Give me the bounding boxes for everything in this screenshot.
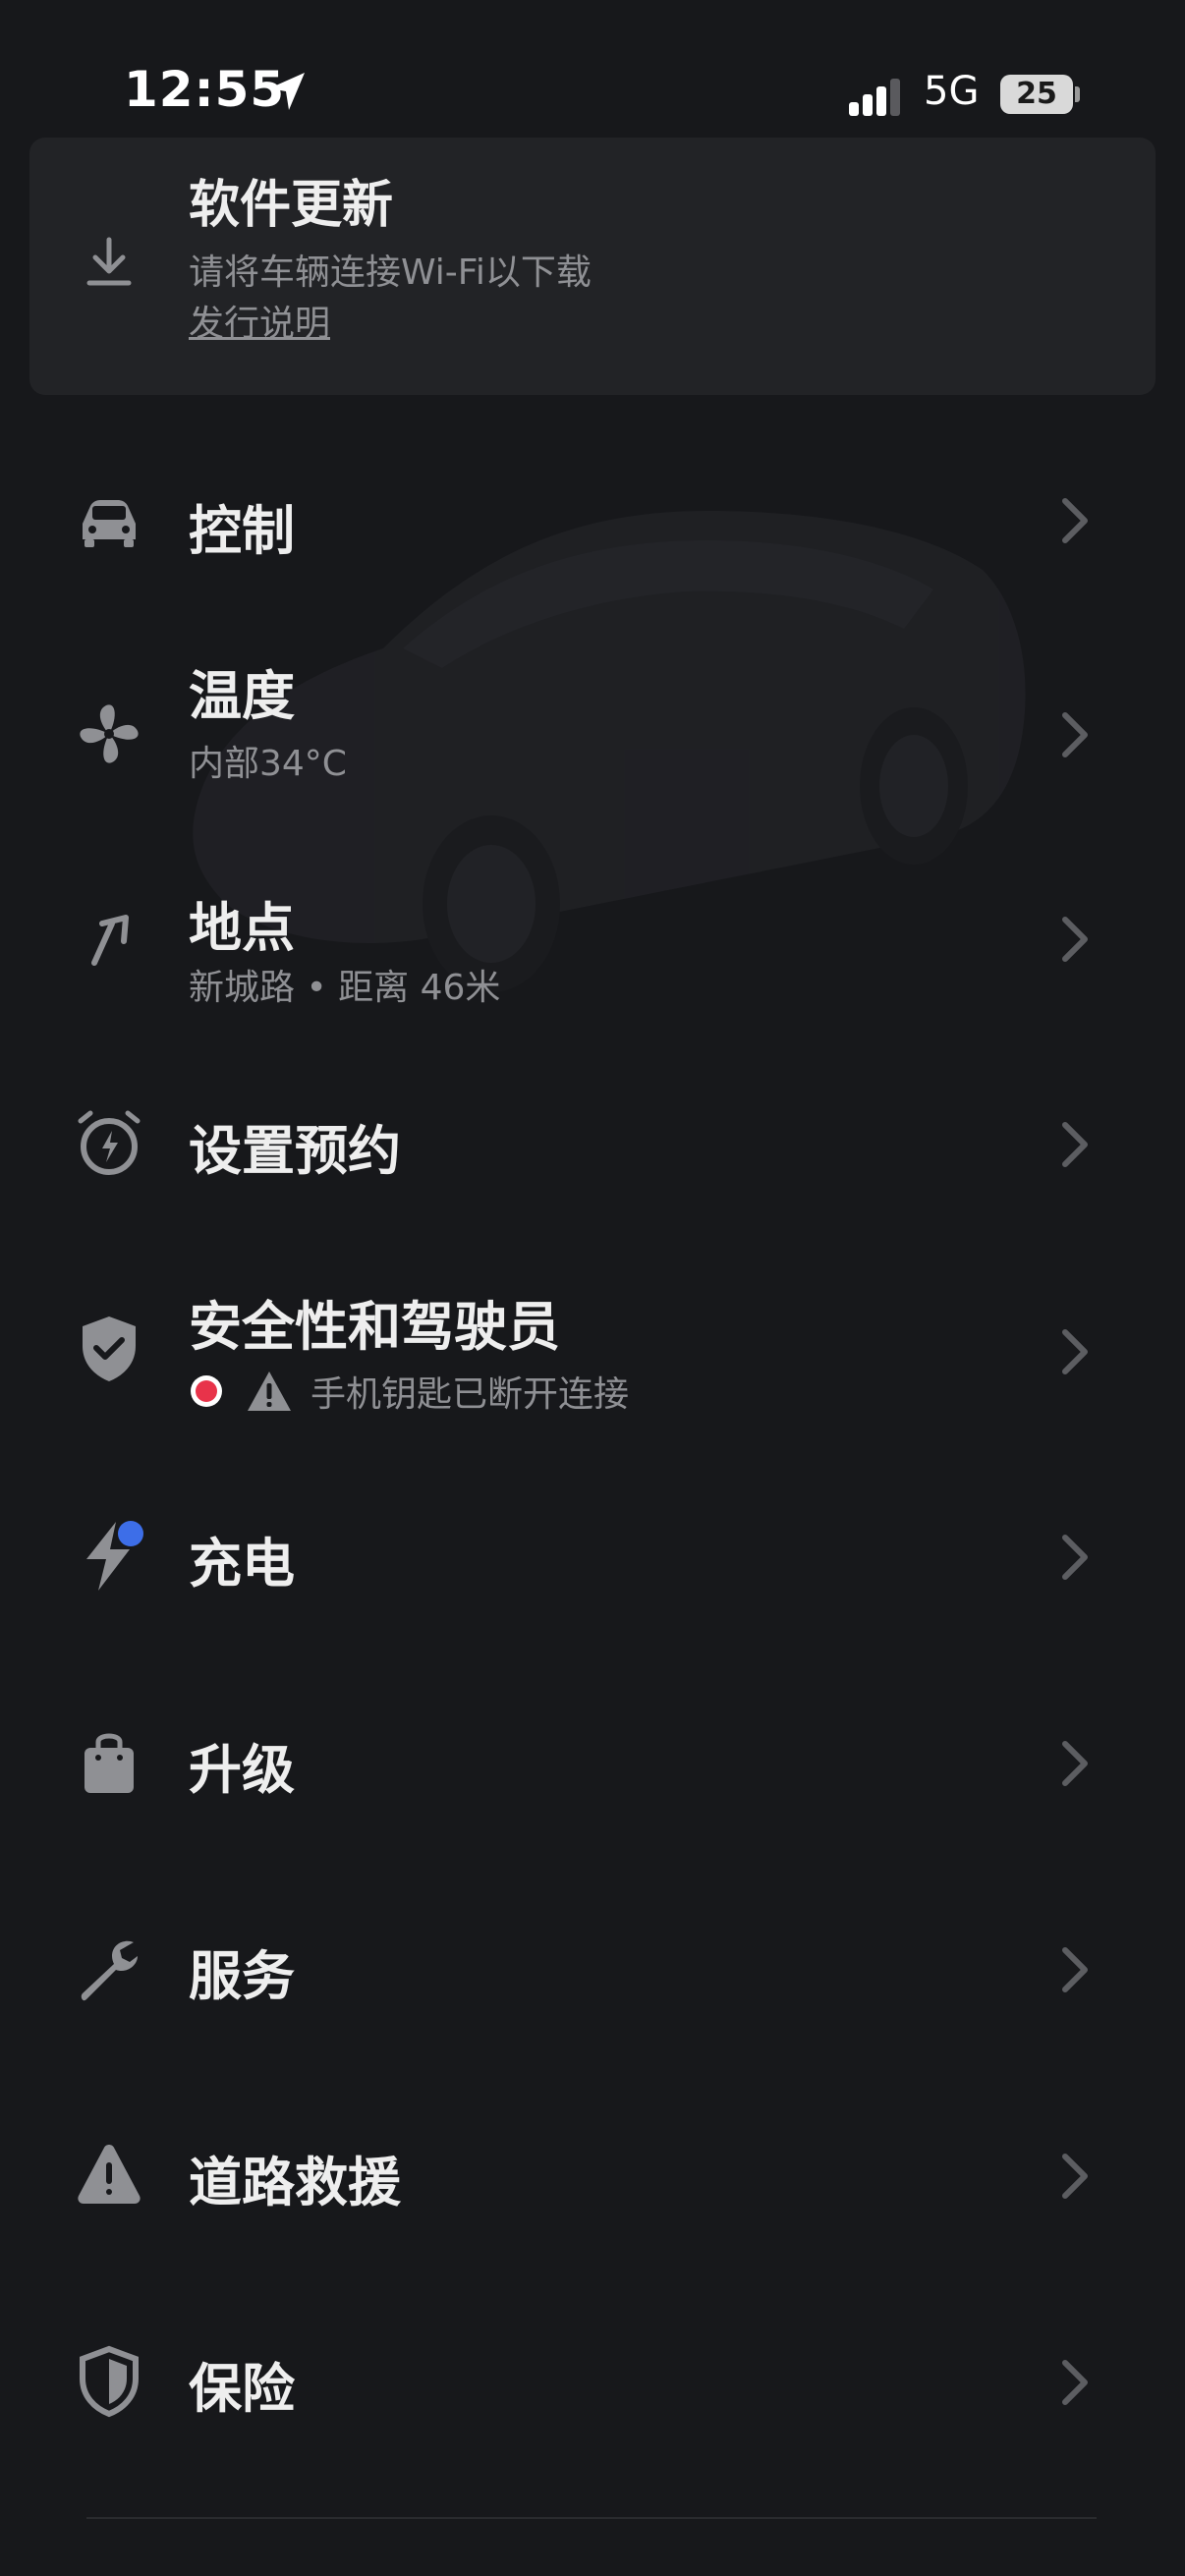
status-time: 12:55	[124, 61, 286, 118]
chevron-right-icon	[1062, 2154, 1088, 2199]
download-icon	[86, 237, 132, 286]
car-icon	[83, 500, 136, 547]
menu-item-controls[interactable]: 控制	[0, 432, 1185, 609]
chevron-right-icon	[1062, 712, 1088, 757]
menu-item-location[interactable]: 地点 新城路 • 距离 46米	[0, 845, 1185, 1022]
chevron-right-icon	[1062, 1535, 1088, 1580]
shield-icon	[80, 2345, 139, 2418]
alert-dot-icon	[191, 1375, 222, 1407]
chevron-right-icon	[1062, 2360, 1088, 2405]
warning-icon	[248, 1372, 291, 1411]
chevron-right-icon	[1062, 1122, 1088, 1167]
menu-item-climate[interactable]: 温度 内部34°C	[0, 639, 1185, 815]
menu-label-service: 服务	[189, 1945, 295, 2007]
chevron-right-icon	[1062, 1741, 1088, 1786]
menu-label-roadside: 道路救援	[189, 2152, 401, 2213]
menu-label-controls: 控制	[189, 500, 295, 562]
signal-icon	[849, 79, 900, 116]
chevron-right-icon	[1062, 917, 1088, 962]
menu-label-security: 安全性和驾驶员	[189, 1296, 560, 1358]
status-bar: 12:55 5G 25	[0, 0, 1185, 147]
bottom-divider	[86, 2517, 1097, 2519]
menu-label-climate: 温度	[189, 665, 295, 727]
wrench-icon	[81, 1940, 138, 2001]
menu-item-roadside[interactable]: 道路救援	[0, 2088, 1185, 2265]
menu-item-insurance[interactable]: 保险	[0, 2294, 1185, 2471]
battery-tip	[1075, 86, 1080, 102]
network-type: 5G	[924, 69, 980, 114]
chevron-right-icon	[1062, 498, 1088, 543]
road-warning-icon	[78, 2145, 141, 2204]
phone-key-status: 手机钥匙已断开连接	[310, 1374, 630, 1415]
menu-item-upgrades[interactable]: 升级	[0, 1675, 1185, 1852]
menu-item-security[interactable]: 安全性和驾驶员	[0, 1267, 1185, 1444]
notification-dot	[118, 1521, 143, 1546]
bag-icon	[85, 1733, 134, 1793]
menu-sub-climate: 内部34°C	[189, 744, 347, 784]
fan-icon	[80, 704, 139, 763]
software-update-title: 软件更新	[189, 176, 394, 235]
release-notes-link[interactable]: 发行说明	[189, 295, 330, 346]
menu-label-insurance: 保险	[189, 2358, 295, 2420]
menu-label-location: 地点	[189, 897, 295, 959]
menu-item-schedule[interactable]: 设置预约	[0, 1056, 1185, 1233]
menu-item-service[interactable]: 服务	[0, 1881, 1185, 2058]
chevron-right-icon	[1062, 1947, 1088, 1992]
software-update-card[interactable]: 软件更新 请将车辆连接Wi-Fi以下载 发行说明	[29, 138, 1156, 395]
navigation-arrow-icon	[91, 915, 129, 966]
menu-sub-location: 新城路 • 距离 46米	[189, 968, 501, 1008]
location-arrow-icon	[269, 73, 305, 110]
software-update-subtitle: 请将车辆连接Wi-Fi以下载	[189, 252, 592, 293]
menu-item-charging[interactable]: 充电	[0, 1469, 1185, 1646]
battery-icon: 25	[1000, 75, 1073, 114]
menu-label-upgrades: 升级	[189, 1739, 295, 1801]
alarm-clock-icon	[78, 1110, 141, 1175]
menu-label-schedule: 设置预约	[189, 1120, 401, 1182]
shield-check-icon	[83, 1316, 136, 1381]
chevron-right-icon	[1062, 1329, 1088, 1374]
menu-label-charging: 充电	[189, 1533, 295, 1595]
